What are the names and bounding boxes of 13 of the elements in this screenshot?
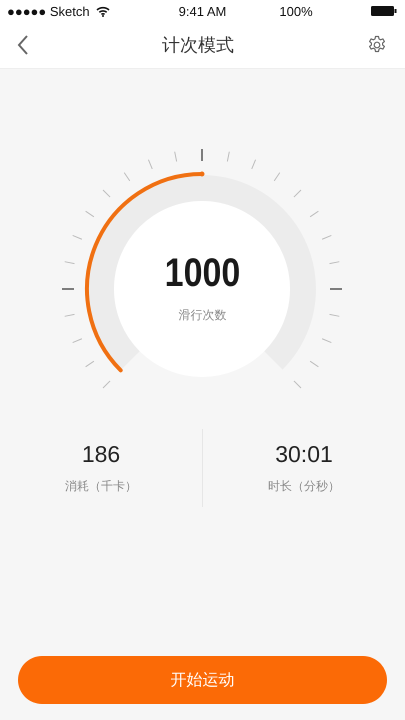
- back-icon[interactable]: [17, 35, 29, 55]
- stat-value: 30:01: [275, 441, 333, 468]
- time-text: 9:41 AM: [178, 4, 228, 18]
- page-title: 计次模式: [162, 34, 234, 57]
- start-button[interactable]: 开始运动: [18, 656, 387, 704]
- settings-icon[interactable]: [367, 35, 387, 55]
- stat-label: 消耗（千卡）: [65, 478, 137, 495]
- carrier-text: ●●●●● Sketch: [7, 4, 90, 18]
- stat-label: 时长（分秒）: [268, 478, 340, 495]
- stat-value: 186: [82, 441, 120, 468]
- battery-icon: [371, 6, 397, 16]
- battery-text: 100%: [279, 4, 313, 18]
- wifi-icon: [96, 6, 110, 16]
